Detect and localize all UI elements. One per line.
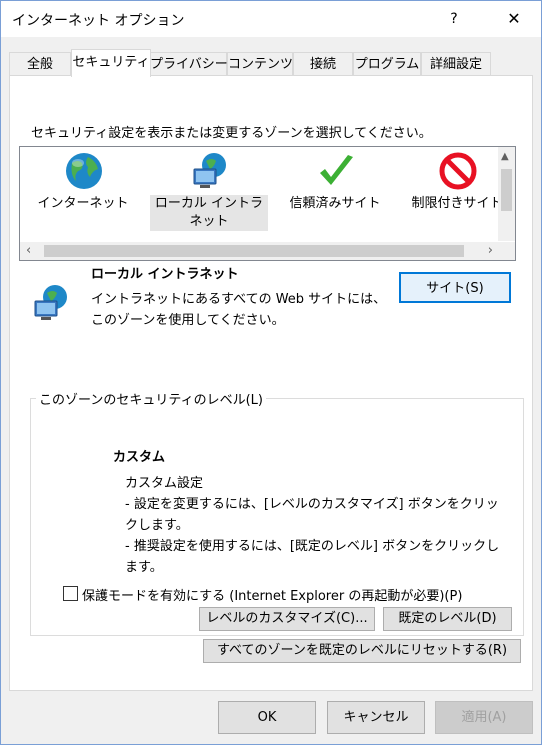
title-bar: インターネット オプション ? ✕	[1, 1, 541, 37]
zone-list-horizontal-scrollbar[interactable]: ‹ ›	[20, 242, 515, 260]
tab-security-label: セキュリティ	[72, 55, 150, 70]
cancel-button[interactable]: キャンセル	[327, 701, 425, 734]
ok-button[interactable]: OK	[218, 701, 316, 734]
zone-internet[interactable]: インターネット	[24, 147, 142, 239]
scroll-right-icon[interactable]: ›	[488, 243, 493, 258]
level-desc-line-3: - 推奨設定を使用するには、[既定のレベル] ボタンをクリックします。	[125, 539, 500, 575]
scroll-left-icon[interactable]: ‹	[26, 243, 31, 258]
tab-content[interactable]: コンテンツ	[227, 52, 293, 76]
security-level-name: カスタム	[113, 450, 166, 465]
tab-programs[interactable]: プログラム	[353, 52, 421, 76]
protected-mode-label[interactable]: 保護モードを有効にする (Internet Explorer の再起動が必要)(…	[82, 585, 462, 604]
scroll-up-icon[interactable]: ▲	[501, 151, 509, 162]
dialog-window: インターネット オプション ? ✕ 全般 セキュリティ プライバシー コンテンツ…	[0, 0, 542, 745]
default-level-button[interactable]: 既定のレベル(D)	[383, 607, 512, 631]
zone-list[interactable]: インターネット ローカル イントラネット 信頼済みサイト 制限付きサイト ▲ ‹…	[19, 146, 516, 261]
tab-connections-label: 接続	[309, 57, 336, 72]
vertical-scroll-thumb[interactable]	[501, 169, 512, 211]
tab-security[interactable]: セキュリティ	[71, 49, 151, 77]
tab-privacy-label: プライバシー	[150, 57, 228, 72]
zone-local-intranet[interactable]: ローカル イントラネット	[150, 147, 268, 239]
tab-general-label: 全般	[26, 57, 53, 72]
tab-programs-label: プログラム	[354, 57, 420, 72]
custom-level-button[interactable]: レベルのカスタマイズ(C)...	[199, 607, 375, 631]
zone-instruction: セキュリティ設定を表示または変更するゾーンを選択してください。	[31, 126, 432, 141]
checkmark-icon	[320, 155, 353, 185]
intranet-icon	[193, 153, 226, 188]
protected-mode-checkbox[interactable]	[63, 586, 78, 601]
zone-trusted-sites-label: 信頼済みサイト	[289, 196, 381, 211]
security-level-description: カスタム設定 - 設定を変更するには、[レベルのカスタマイズ] ボタンをクリック…	[125, 473, 509, 578]
zone-internet-label: インターネット	[37, 196, 129, 211]
help-button[interactable]: ?	[431, 1, 477, 37]
selected-zone-description: イントラネットにあるすべての Web サイトには、このゾーンを使用してください。	[91, 292, 387, 328]
level-desc-line-1: カスタム設定	[125, 476, 204, 491]
tab-general[interactable]: 全般	[9, 52, 71, 76]
selected-zone-intranet-icon	[34, 285, 67, 320]
restricted-icon	[439, 152, 477, 190]
tab-connections[interactable]: 接続	[293, 52, 353, 76]
zone-list-vertical-scrollbar[interactable]: ▲	[498, 147, 515, 241]
window-title: インターネット オプション	[12, 13, 185, 29]
sites-button[interactable]: サイト(S)	[399, 272, 511, 303]
zone-local-intranet-label: ローカル イントラネット	[150, 195, 268, 231]
tab-content-label: コンテンツ	[228, 57, 294, 72]
globe-icon	[66, 153, 102, 189]
security-level-group-title: このゾーンのセキュリティのレベル(L)	[36, 389, 266, 408]
zone-trusted-sites[interactable]: 信頼済みサイト	[276, 147, 394, 239]
horizontal-scroll-thumb[interactable]	[44, 245, 464, 257]
selected-zone-name: ローカル イントラネット	[91, 267, 239, 282]
close-button[interactable]: ✕	[487, 1, 541, 37]
tab-privacy[interactable]: プライバシー	[149, 52, 228, 76]
tab-advanced-label: 詳細設定	[429, 57, 482, 72]
tab-advanced[interactable]: 詳細設定	[421, 52, 491, 76]
apply-button[interactable]: 適用(A)	[435, 701, 533, 734]
reset-all-zones-button[interactable]: すべてのゾーンを既定のレベルにリセットする(R)	[203, 639, 521, 663]
level-desc-line-2: - 設定を変更するには、[レベルのカスタマイズ] ボタンをクリックします。	[125, 497, 499, 533]
